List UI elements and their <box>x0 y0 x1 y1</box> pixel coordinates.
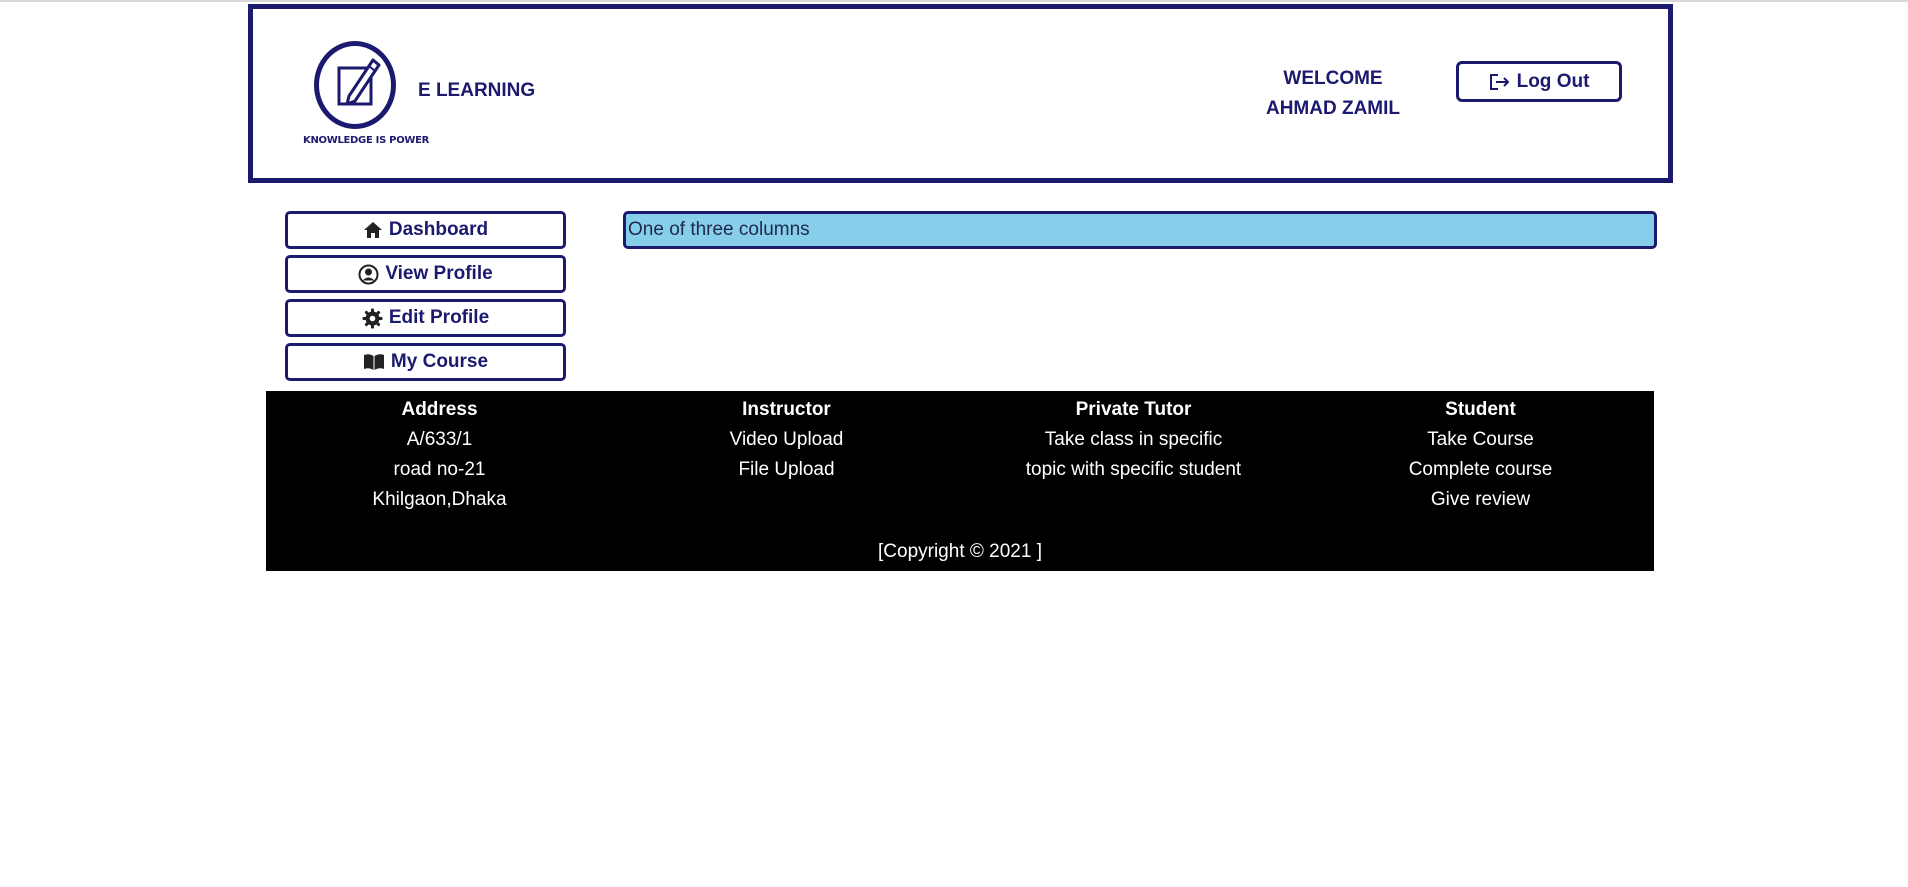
sidebar-item-label: View Profile <box>385 263 493 284</box>
footer-heading: Private Tutor <box>1075 399 1192 420</box>
welcome-label: WELCOME <box>1283 68 1383 89</box>
gear-icon <box>362 308 383 328</box>
sidebar: Dashboard View Profile Edit Profile My C… <box>285 211 566 387</box>
sidebar-item-view-profile[interactable]: View Profile <box>285 255 566 293</box>
footer-line: topic with specific student <box>1025 459 1242 480</box>
footer-line: File Upload <box>738 459 835 480</box>
top-divider <box>0 0 1908 2</box>
pencil-note-icon <box>337 58 381 106</box>
site-header: KNOWLEDGE IS POWER E LEARNING WELCOME AH… <box>248 4 1673 183</box>
footer-column-address: Address A/633/1 road no-21 Khilgaon,Dhak… <box>266 395 613 515</box>
logout-label: Log Out <box>1516 70 1590 92</box>
footer-heading: Student <box>1445 399 1516 420</box>
log-out-icon <box>1489 73 1510 90</box>
sidebar-item-my-course[interactable]: My Course <box>285 343 566 381</box>
user-name: AHMAD ZAMIL <box>1265 98 1401 119</box>
brand-title: E LEARNING <box>418 80 536 101</box>
copyright-text: [Copyright © 2021 ] <box>878 541 1042 562</box>
sidebar-item-label: Dashboard <box>388 219 489 240</box>
book-icon <box>363 354 384 370</box>
sidebar-item-label: Edit Profile <box>388 307 490 328</box>
footer-line: Video Upload <box>729 429 844 450</box>
sidebar-item-dashboard[interactable]: Dashboard <box>285 211 566 249</box>
footer-line: Khilgaon,Dhaka <box>372 489 507 510</box>
logout-button[interactable]: Log Out <box>1456 61 1622 102</box>
footer-line: Take class in specific <box>1044 429 1223 450</box>
footer-column-private-tutor: Private Tutor Take class in specific top… <box>960 395 1307 515</box>
footer-column-instructor: Instructor Video Upload File Upload <box>613 395 960 515</box>
sidebar-item-edit-profile[interactable]: Edit Profile <box>285 299 566 337</box>
footer-column-student: Student Take Course Complete course Give… <box>1307 395 1654 515</box>
content-column: One of three columns <box>623 211 1657 249</box>
logo-circle <box>314 41 396 129</box>
footer-heading: Address <box>401 399 478 420</box>
logo-tagline: KNOWLEDGE IS POWER <box>303 135 430 146</box>
welcome-message: WELCOME AHMAD ZAMIL <box>1233 64 1433 124</box>
logo[interactable]: KNOWLEDGE IS POWER <box>303 41 430 153</box>
sidebar-item-label: My Course <box>390 351 489 372</box>
footer-line: Take Course <box>1427 429 1534 450</box>
footer-line: road no-21 <box>393 459 486 480</box>
user-circle-icon <box>358 264 379 284</box>
footer-heading: Instructor <box>742 399 831 420</box>
footer-line: Complete course <box>1408 459 1553 480</box>
footer-line: A/633/1 <box>406 429 473 450</box>
site-footer: Address A/633/1 road no-21 Khilgaon,Dhak… <box>266 391 1654 571</box>
footer-line: Give review <box>1430 489 1531 510</box>
home-icon <box>363 222 382 238</box>
